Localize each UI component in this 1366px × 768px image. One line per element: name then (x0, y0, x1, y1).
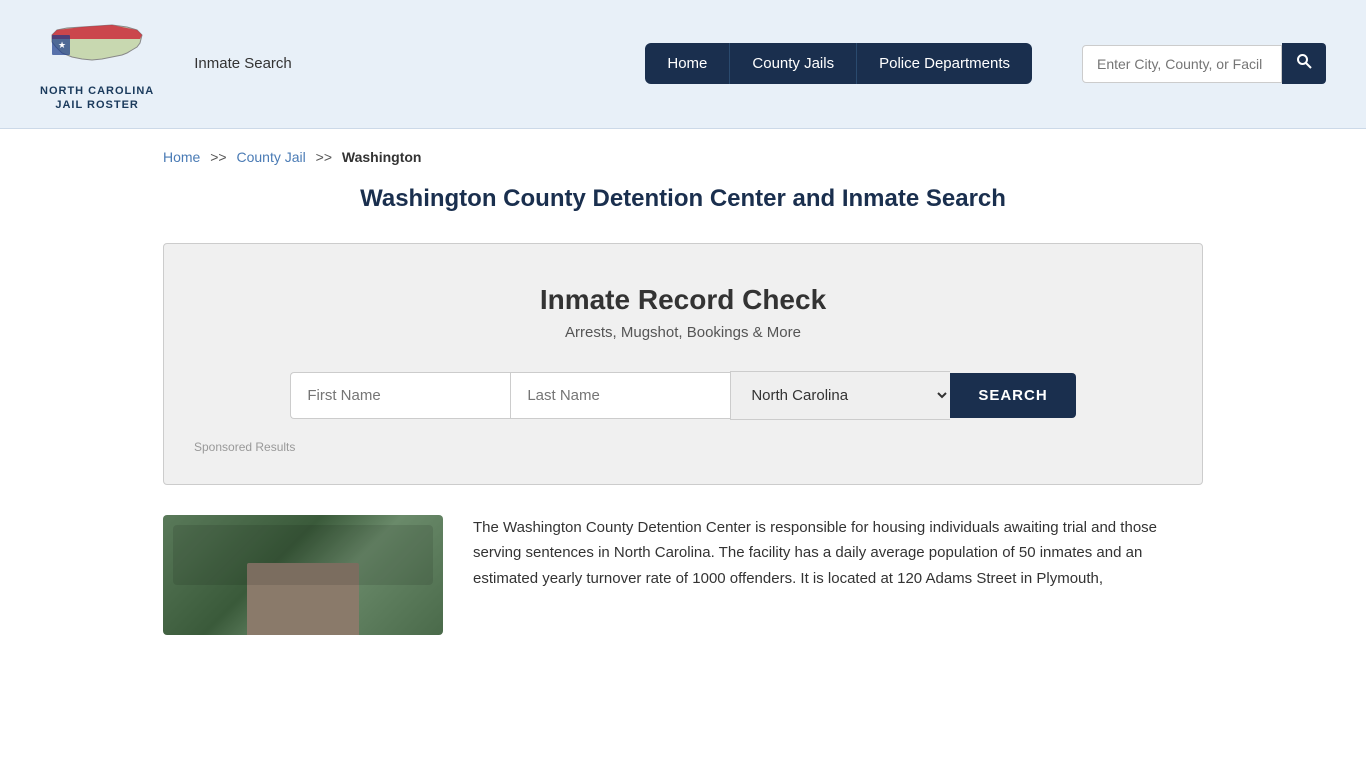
breadcrumb-county-jail[interactable]: County Jail (237, 149, 306, 165)
inmate-search-form: North Carolina Alabama Alaska Arizona Ca… (194, 371, 1172, 420)
state-select[interactable]: North Carolina Alabama Alaska Arizona Ca… (730, 371, 950, 420)
record-check-title: Inmate Record Check (194, 284, 1172, 316)
breadcrumb-current: Washington (342, 149, 422, 165)
facility-description: The Washington County Detention Center i… (473, 515, 1203, 592)
breadcrumb: Home >> County Jail >> Washington (163, 149, 1203, 165)
page-title: Washington County Detention Center and I… (163, 185, 1203, 213)
inmate-search-link[interactable]: Inmate Search (194, 55, 292, 72)
breadcrumb-home[interactable]: Home (163, 149, 200, 165)
main-nav: Home County Jails Police Departments (645, 43, 1032, 84)
nav-police-departments[interactable]: Police Departments (857, 43, 1032, 84)
site-logo[interactable]: ★ NORTH CAROLINA JAIL ROSTER (40, 15, 154, 113)
record-check-subtitle: Arrests, Mugshot, Bookings & More (194, 324, 1172, 341)
nav-home[interactable]: Home (645, 43, 729, 84)
nc-state-logo: ★ (42, 15, 152, 80)
record-search-button[interactable]: SEARCH (950, 373, 1075, 418)
header-search (1082, 43, 1326, 84)
bottom-section: The Washington County Detention Center i… (163, 515, 1203, 635)
search-icon (1296, 53, 1312, 69)
header-search-button[interactable] (1282, 43, 1326, 84)
facility-image (163, 515, 443, 635)
logo-text: NORTH CAROLINA JAIL ROSTER (40, 84, 154, 113)
record-check-box: Inmate Record Check Arrests, Mugshot, Bo… (163, 243, 1203, 485)
nav-county-jails[interactable]: County Jails (729, 43, 857, 84)
breadcrumb-sep2: >> (316, 149, 332, 165)
header-search-input[interactable] (1082, 45, 1282, 83)
site-header: ★ NORTH CAROLINA JAIL ROSTER Inmate Sear… (0, 0, 1366, 129)
breadcrumb-sep1: >> (210, 149, 226, 165)
svg-text:★: ★ (58, 40, 66, 50)
sponsored-results-label: Sponsored Results (194, 440, 1172, 454)
first-name-input[interactable] (290, 372, 510, 419)
main-content: Home >> County Jail >> Washington Washin… (133, 129, 1233, 655)
last-name-input[interactable] (510, 372, 730, 419)
